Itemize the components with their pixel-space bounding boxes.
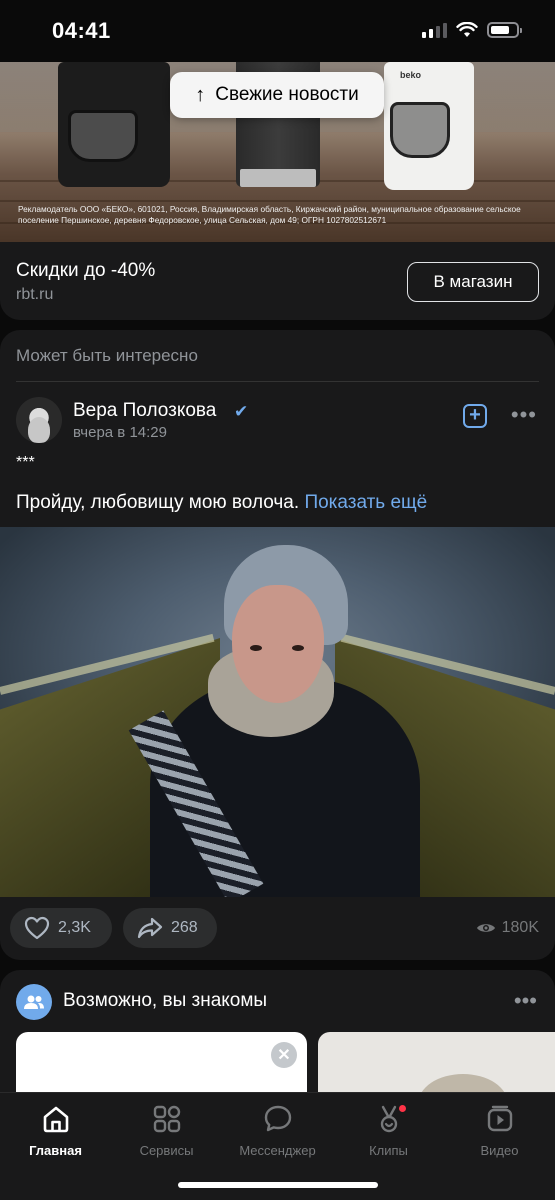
show-more-link[interactable]: Показать ещё xyxy=(304,492,427,513)
more-options-icon[interactable]: ••• xyxy=(514,988,537,1014)
tab-label: Клипы xyxy=(369,1143,408,1158)
ad-title: Скидки до -40% xyxy=(16,260,156,281)
ad-domain[interactable]: rbt.ru xyxy=(16,286,53,304)
more-options-icon[interactable]: ••• xyxy=(511,402,537,428)
ad-card[interactable]: beko Рекламодатель ООО «БЕКО», 601021, Р… xyxy=(0,62,555,320)
post-card: Может быть интересно Вера Полозкова ✔ вч… xyxy=(0,330,555,960)
author-avatar[interactable] xyxy=(16,397,62,443)
ad-legal-text: Рекламодатель ООО «БЕКО», 601021, Россия… xyxy=(18,204,521,225)
tab-clips[interactable]: Клипы xyxy=(333,1103,444,1158)
post-stars: *** xyxy=(16,454,35,471)
views-count: 180K xyxy=(501,919,539,936)
like-button[interactable]: 2,3K xyxy=(10,908,112,948)
services-icon xyxy=(153,1105,180,1133)
friends-icon xyxy=(16,984,52,1020)
home-indicator xyxy=(178,1182,378,1188)
fresh-news-button[interactable]: ↑ Свежие новости xyxy=(170,72,384,118)
post-photo[interactable] xyxy=(0,527,555,897)
tab-services[interactable]: Сервисы xyxy=(111,1103,222,1158)
tab-messenger[interactable]: Мессенджер xyxy=(222,1103,333,1158)
notification-dot xyxy=(399,1105,406,1112)
views-counter: 180K xyxy=(476,919,539,937)
brand-logo: beko xyxy=(400,70,422,80)
tab-video[interactable]: Видео xyxy=(444,1103,555,1158)
post-actions: 2,3K 268 180K xyxy=(0,897,555,960)
tab-label: Мессенджер xyxy=(239,1143,316,1158)
close-icon[interactable]: ✕ xyxy=(271,1042,297,1068)
coffee-maker-white: beko xyxy=(384,62,474,190)
status-bar: 04:41 xyxy=(0,0,555,62)
ad-footer: Скидки до -40% rbt.ru В магазин xyxy=(0,242,555,320)
messenger-icon xyxy=(264,1105,291,1132)
status-time: 04:41 xyxy=(52,18,111,43)
post-text-body: Пройду, любовищу мою волоча. xyxy=(16,492,300,513)
video-icon xyxy=(487,1105,512,1132)
post-text: Пройду, любовищу мою волоча. Показать ещ… xyxy=(16,492,427,514)
author-name[interactable]: Вера Полозкова xyxy=(73,400,216,422)
share-icon xyxy=(137,917,163,939)
section-header: Может быть интересно xyxy=(16,346,198,365)
verified-icon: ✔ xyxy=(234,402,249,421)
friends-suggestions-card: Возможно, вы знакомы ••• ✕ xyxy=(0,970,555,1110)
divider xyxy=(16,381,539,382)
tab-label: Видео xyxy=(480,1143,519,1158)
friends-title: Возможно, вы знакомы xyxy=(63,990,268,1011)
share-button[interactable]: 268 xyxy=(123,908,217,948)
like-count: 2,3K xyxy=(58,919,91,936)
subscribe-plus-icon[interactable]: + xyxy=(463,404,487,428)
cellular-signal-icon xyxy=(422,22,447,38)
home-icon xyxy=(43,1106,68,1133)
arrow-up-icon: ↑ xyxy=(195,83,206,106)
fresh-news-label: Свежие новости xyxy=(215,84,359,105)
tab-label: Сервисы xyxy=(139,1143,194,1158)
tab-home[interactable]: Главная xyxy=(0,1103,111,1158)
eye-icon xyxy=(476,924,495,932)
post-time: вчера в 14:29 xyxy=(73,424,167,441)
coffee-maker-black xyxy=(58,62,170,187)
status-icons xyxy=(422,22,522,38)
heart-icon xyxy=(24,916,50,940)
wifi-icon xyxy=(456,22,478,37)
share-count: 268 xyxy=(171,919,198,936)
battery-icon xyxy=(487,22,522,38)
shop-button[interactable]: В магазин xyxy=(407,262,539,302)
tab-label: Главная xyxy=(29,1143,82,1158)
